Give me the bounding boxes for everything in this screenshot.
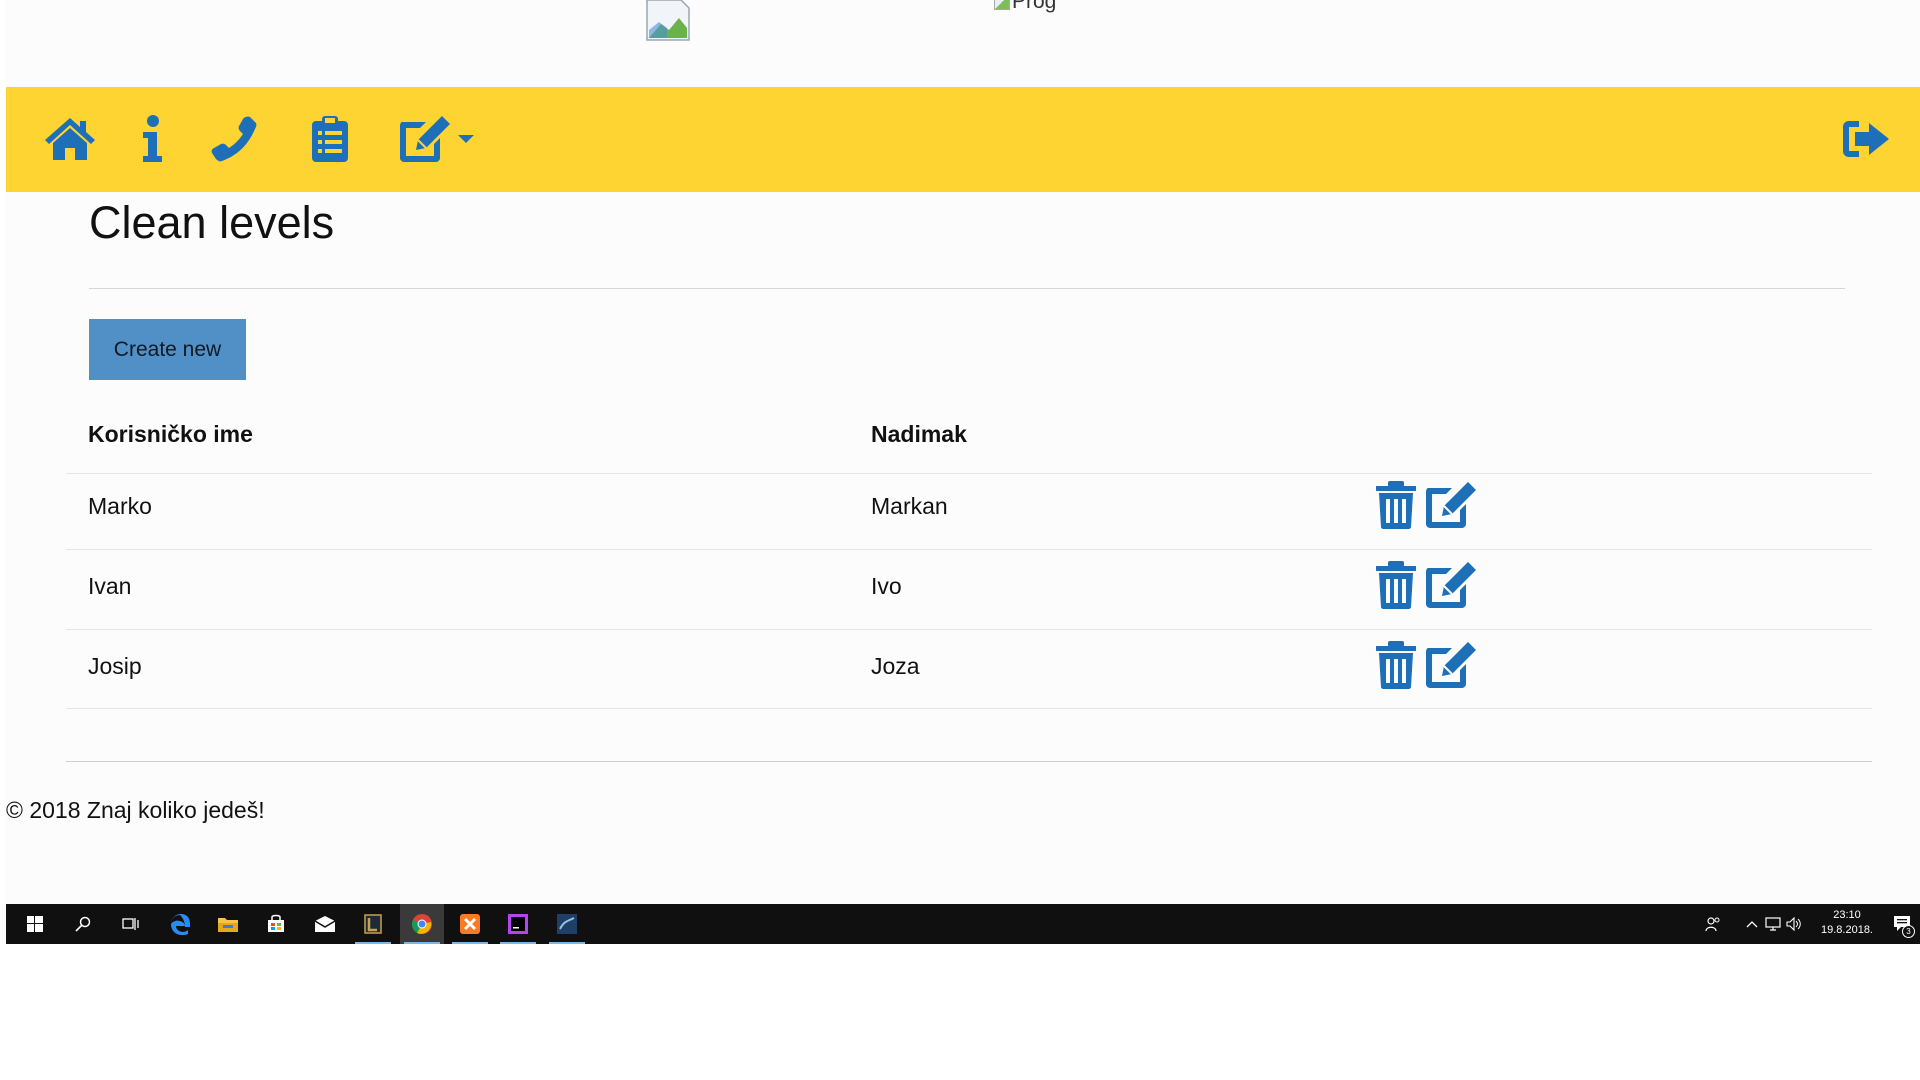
cell-nickname: Markan (871, 493, 948, 519)
column-header-username: Korisničko ime (88, 421, 253, 447)
tray-people[interactable] (1698, 904, 1728, 944)
taskbar-app[interactable] (351, 904, 395, 944)
nav-home[interactable] (42, 113, 98, 165)
chevron-down-icon (458, 135, 474, 143)
footer-divider (66, 761, 1872, 762)
empty-area (0, 944, 1920, 1080)
nav-info[interactable] (124, 113, 180, 165)
volume-icon (1786, 917, 1801, 931)
cell-username: Ivan (88, 573, 132, 599)
edit-button[interactable] (1422, 480, 1478, 535)
divider (89, 288, 1845, 289)
row-divider (66, 708, 1872, 709)
tray-show-hidden[interactable] (1741, 904, 1763, 944)
task-view-icon (122, 918, 139, 930)
broken-image-icon (646, 0, 690, 41)
sign-out-icon (1843, 121, 1889, 157)
page-title: Clean levels (89, 197, 335, 248)
taskbar-file-explorer[interactable] (206, 904, 250, 944)
edge-icon (171, 914, 190, 935)
search-button[interactable] (61, 904, 105, 944)
browser-viewport: Prog Clean levels Create new Korisničko … (6, 0, 1920, 944)
start-icon (27, 916, 43, 932)
taskbar: 23:10 19.8.2018. 3 (6, 904, 1920, 944)
edit-button[interactable] (1422, 560, 1478, 615)
cell-username: Marko (88, 493, 152, 519)
chevron-up-icon (1746, 921, 1758, 928)
app-icon (364, 914, 382, 934)
row-actions (1374, 560, 1478, 615)
mysql-workbench-icon (557, 914, 577, 934)
clock-date: 19.8.2018. (1821, 924, 1873, 936)
edit-icon (1426, 562, 1476, 608)
trash-icon (1376, 481, 1416, 529)
navbar (6, 87, 1920, 192)
row-divider (66, 629, 1872, 630)
edit-button[interactable] (1422, 640, 1478, 695)
clock-time: 23:10 (1833, 909, 1861, 921)
start-button[interactable] (13, 904, 57, 944)
home-icon (45, 118, 95, 160)
header-area: Prog (6, 0, 1920, 87)
logo-image: Prog (994, 0, 1056, 14)
tray-action-center[interactable]: 3 (1886, 904, 1920, 944)
column-header-nickname: Nadimak (871, 421, 967, 447)
info-icon (143, 115, 162, 162)
edit-icon (1426, 482, 1476, 528)
row-actions (1374, 480, 1478, 535)
chrome-icon (412, 914, 432, 934)
nav-edit-dropdown[interactable] (391, 113, 481, 165)
edit-icon (400, 116, 450, 162)
xampp-icon (460, 914, 480, 934)
cell-username: Josip (88, 653, 142, 679)
network-icon (1765, 917, 1781, 931)
file-explorer-icon (218, 918, 238, 932)
taskbar-xampp[interactable] (448, 904, 492, 944)
tray-clock[interactable]: 23:10 19.8.2018. (1806, 908, 1888, 938)
row-divider (66, 473, 1872, 474)
taskbar-mysql-workbench[interactable] (545, 904, 589, 944)
create-new-button[interactable]: Create new (89, 319, 246, 380)
taskbar-edge[interactable] (158, 904, 202, 944)
tray-volume[interactable] (1783, 904, 1805, 944)
cell-nickname: Joza (871, 653, 920, 679)
broken-image-icon (994, 0, 1010, 10)
phone-icon (211, 116, 257, 162)
clipboard-list-icon (312, 116, 348, 162)
nav-contact[interactable] (206, 113, 262, 165)
delete-button[interactable] (1374, 480, 1418, 535)
people-icon (1705, 917, 1720, 932)
phpstorm-icon (508, 914, 528, 934)
logo-alt-text: Prog (1012, 0, 1057, 13)
task-view-button[interactable] (109, 904, 153, 944)
store-icon (268, 914, 284, 932)
footer-copyright: © 2018 Znaj koliko jedeš! (6, 797, 265, 823)
row-divider (66, 549, 1872, 550)
taskbar-store[interactable] (254, 904, 298, 944)
nav-logout[interactable] (1838, 113, 1894, 165)
delete-button[interactable] (1374, 640, 1418, 695)
edit-icon (1426, 642, 1476, 688)
taskbar-chrome[interactable] (400, 904, 444, 944)
nav-list[interactable] (302, 113, 358, 165)
taskbar-mail[interactable] (303, 904, 347, 944)
trash-icon (1376, 561, 1416, 609)
taskbar-phpstorm[interactable] (496, 904, 540, 944)
search-icon (75, 916, 91, 932)
tray-network[interactable] (1762, 904, 1784, 944)
mail-icon (314, 916, 336, 932)
row-actions (1374, 640, 1478, 695)
delete-button[interactable] (1374, 560, 1418, 615)
trash-icon (1376, 641, 1416, 689)
notification-badge: 3 (1902, 925, 1915, 938)
cell-nickname: Ivo (871, 573, 902, 599)
